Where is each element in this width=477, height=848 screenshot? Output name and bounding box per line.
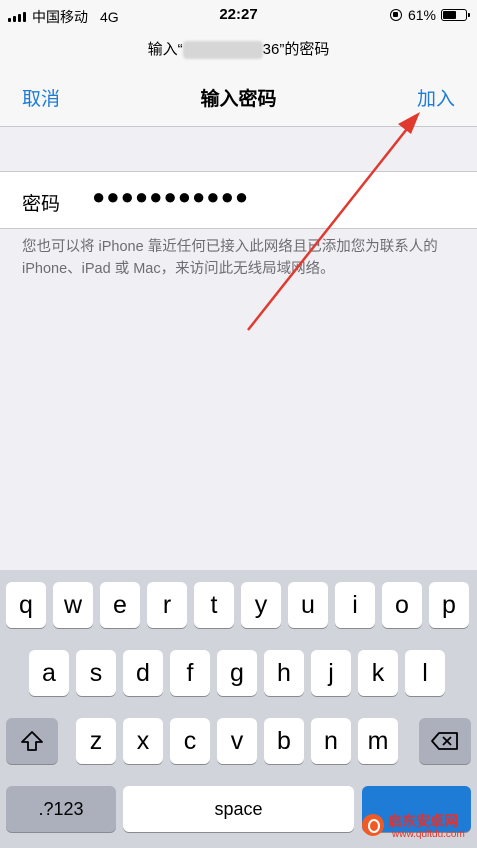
page-title: 输入密码 xyxy=(200,89,277,110)
delete-key[interactable] xyxy=(419,718,471,764)
key-v[interactable]: v xyxy=(217,718,257,764)
key-a[interactable]: a xyxy=(29,650,69,696)
space-key[interactable]: space xyxy=(123,786,354,832)
key-x[interactable]: x xyxy=(123,718,163,764)
share-password-hint: 您也可以将 iPhone 靠近任何已接入此网络且已添加您为联系人的 iPhone… xyxy=(22,239,438,277)
header: 输入“ 36”的密码 取消 输入密码 加入 xyxy=(0,30,477,127)
key-e[interactable]: e xyxy=(100,582,140,628)
key-c[interactable]: c xyxy=(170,718,210,764)
site-watermark: 启东安卓网 www.qdltdu.com xyxy=(362,810,474,844)
key-i[interactable]: i xyxy=(335,582,375,628)
shift-icon xyxy=(21,731,43,751)
join-button[interactable]: 加入 xyxy=(417,84,455,111)
shift-key[interactable] xyxy=(6,718,58,764)
key-h[interactable]: h xyxy=(264,650,304,696)
orientation-lock-icon xyxy=(389,9,402,21)
key-o[interactable]: o xyxy=(382,582,422,628)
status-right: 61% xyxy=(389,7,470,23)
key-n[interactable]: n xyxy=(311,718,351,764)
numbers-key[interactable]: .?123 xyxy=(6,786,116,832)
key-y[interactable]: y xyxy=(241,582,281,628)
password-label: 密码 xyxy=(22,194,61,215)
redacted-network-name xyxy=(182,41,263,60)
key-f[interactable]: f xyxy=(170,650,210,696)
key-k[interactable]: k xyxy=(358,650,398,696)
nav-bar: 取消 输入密码 加入 xyxy=(0,84,477,118)
watermark-logo-icon xyxy=(362,814,384,836)
key-d[interactable]: d xyxy=(123,650,163,696)
key-t[interactable]: t xyxy=(194,582,234,628)
key-z[interactable]: z xyxy=(76,718,116,764)
key-s[interactable]: s xyxy=(76,650,116,696)
keyboard: q w e r t y u i o p a s d f g h j k l z … xyxy=(0,570,477,848)
status-bar: 中国移动 4G 22:27 61% xyxy=(0,0,477,30)
key-b[interactable]: b xyxy=(264,718,304,764)
battery-icon xyxy=(441,9,470,21)
prompt-suffix: 36”的密码 xyxy=(262,41,330,58)
key-m[interactable]: m xyxy=(358,718,398,764)
key-p[interactable]: p xyxy=(429,582,469,628)
password-prompt: 输入“ 36”的密码 xyxy=(0,38,477,60)
password-field[interactable]: ●●●●●●●●●●● xyxy=(92,184,249,210)
watermark-url: www.qdltdu.com xyxy=(392,829,465,840)
watermark-name: 启东安卓网 xyxy=(388,813,458,829)
battery-percent: 61% xyxy=(407,7,436,23)
prompt-prefix: 输入“ xyxy=(147,41,183,58)
backspace-icon xyxy=(431,732,458,750)
battery-fill xyxy=(443,11,456,19)
key-u[interactable]: u xyxy=(288,582,328,628)
key-l[interactable]: l xyxy=(405,650,445,696)
key-j[interactable]: j xyxy=(311,650,351,696)
key-g[interactable]: g xyxy=(217,650,257,696)
key-r[interactable]: r xyxy=(147,582,187,628)
password-row[interactable]: 密码 ●●●●●●●●●●● xyxy=(0,171,477,229)
key-w[interactable]: w xyxy=(53,582,93,628)
key-q[interactable]: q xyxy=(6,582,46,628)
